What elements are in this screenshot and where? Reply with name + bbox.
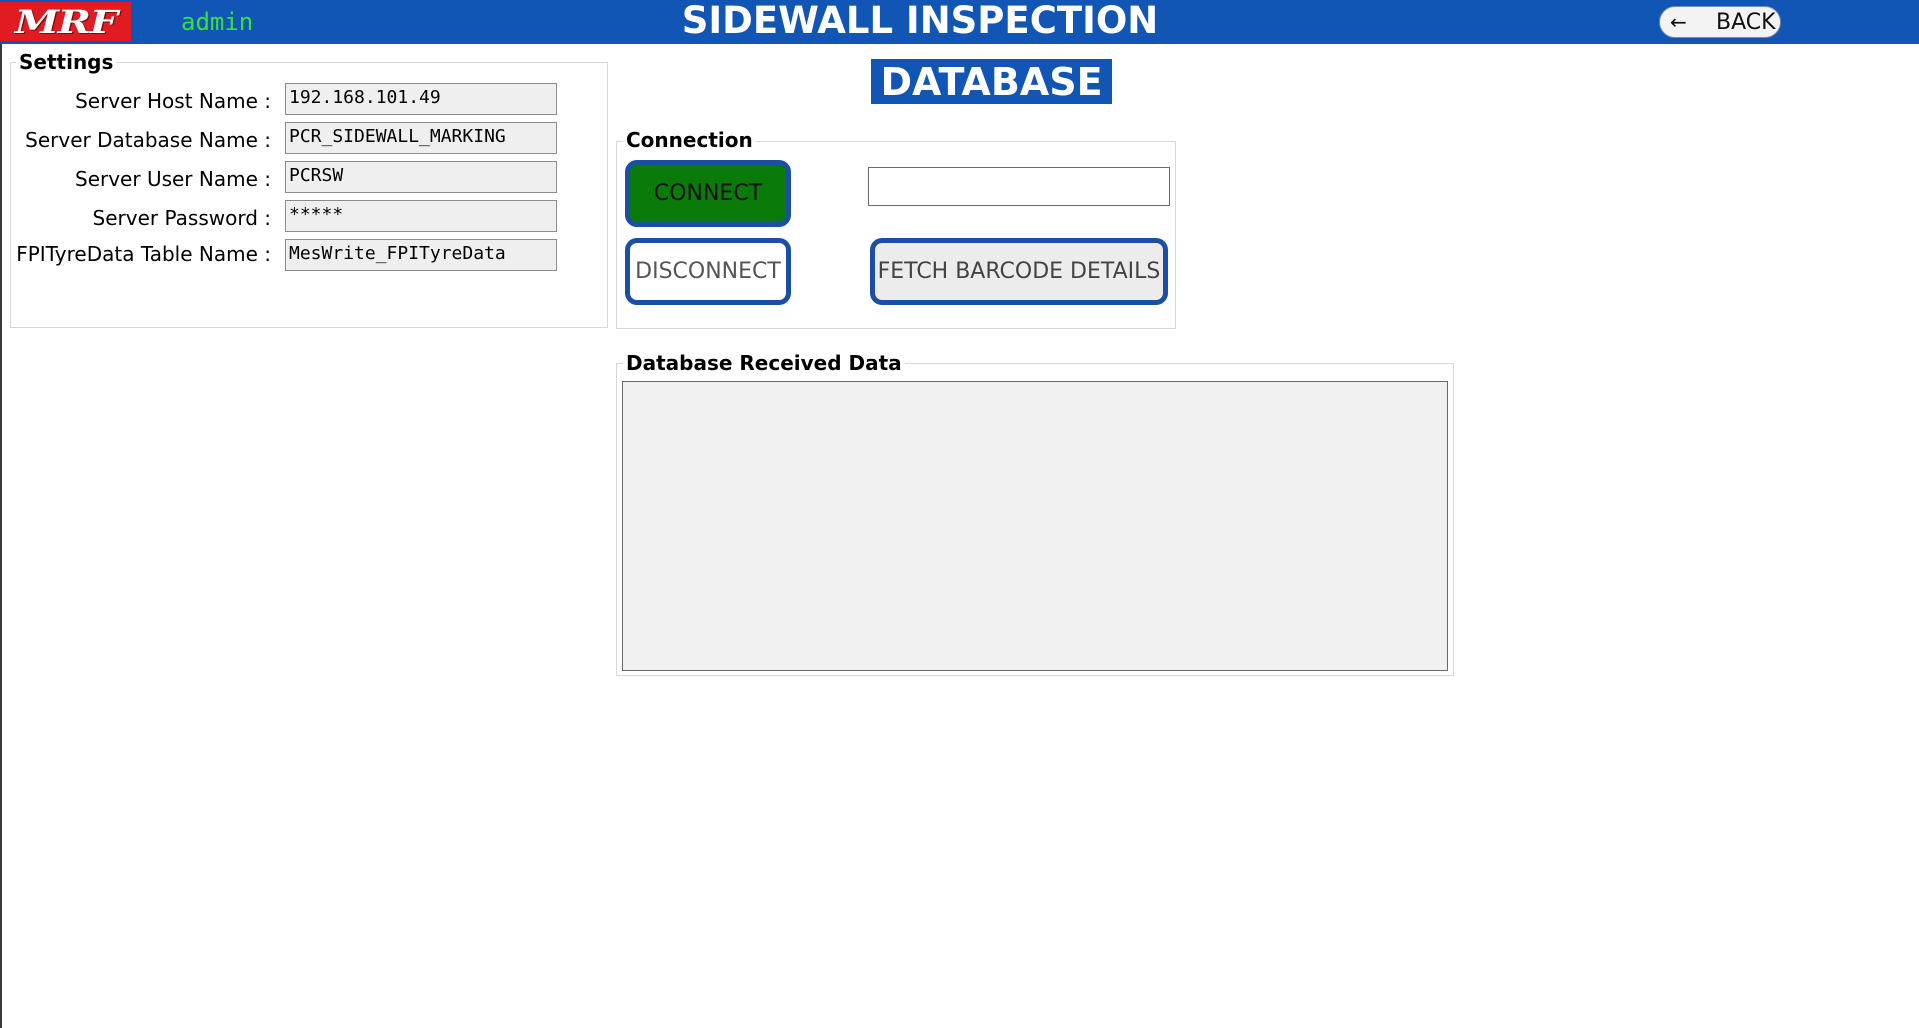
server-host-field[interactable]: 192.168.101.49 [285,83,557,115]
received-data-group-title: Database Received Data [623,351,905,375]
app-title: SIDEWALL INSPECTION [681,0,1159,42]
server-password-field[interactable]: ***** [285,200,557,232]
table-name-label: FPITyreData Table Name : [16,242,271,266]
disconnect-button[interactable]: DISCONNECT [625,238,791,305]
current-user: admin [181,8,254,36]
settings-group-title: Settings [16,50,117,74]
page-title: DATABASE [871,59,1112,104]
back-button[interactable]: ← BACK [1659,6,1781,38]
window-left-border [0,44,2,1028]
server-user-field[interactable]: PCRSW [285,161,557,193]
logo-text: MRF [14,2,117,41]
table-name-field[interactable]: MesWrite_FPITyreData [285,239,557,271]
received-data-textarea[interactable] [622,381,1448,671]
arrow-left-icon: ← [1670,10,1687,34]
connection-status-field[interactable] [868,167,1170,206]
server-database-label: Server Database Name : [25,128,271,152]
server-host-label: Server Host Name : [75,89,271,113]
back-button-label: BACK [1716,9,1776,35]
connect-button[interactable]: CONNECT [625,160,791,227]
header-bar: MRF admin SIDEWALL INSPECTION ← BACK [0,0,1919,44]
fetch-barcode-details-button[interactable]: FETCH BARCODE DETAILS [870,238,1168,305]
server-database-field[interactable]: PCR_SIDEWALL_MARKING [285,122,557,154]
server-password-label: Server Password : [92,206,271,230]
connection-group-title: Connection [623,128,756,152]
server-user-label: Server User Name : [75,167,271,191]
mrf-logo: MRF [0,2,131,41]
